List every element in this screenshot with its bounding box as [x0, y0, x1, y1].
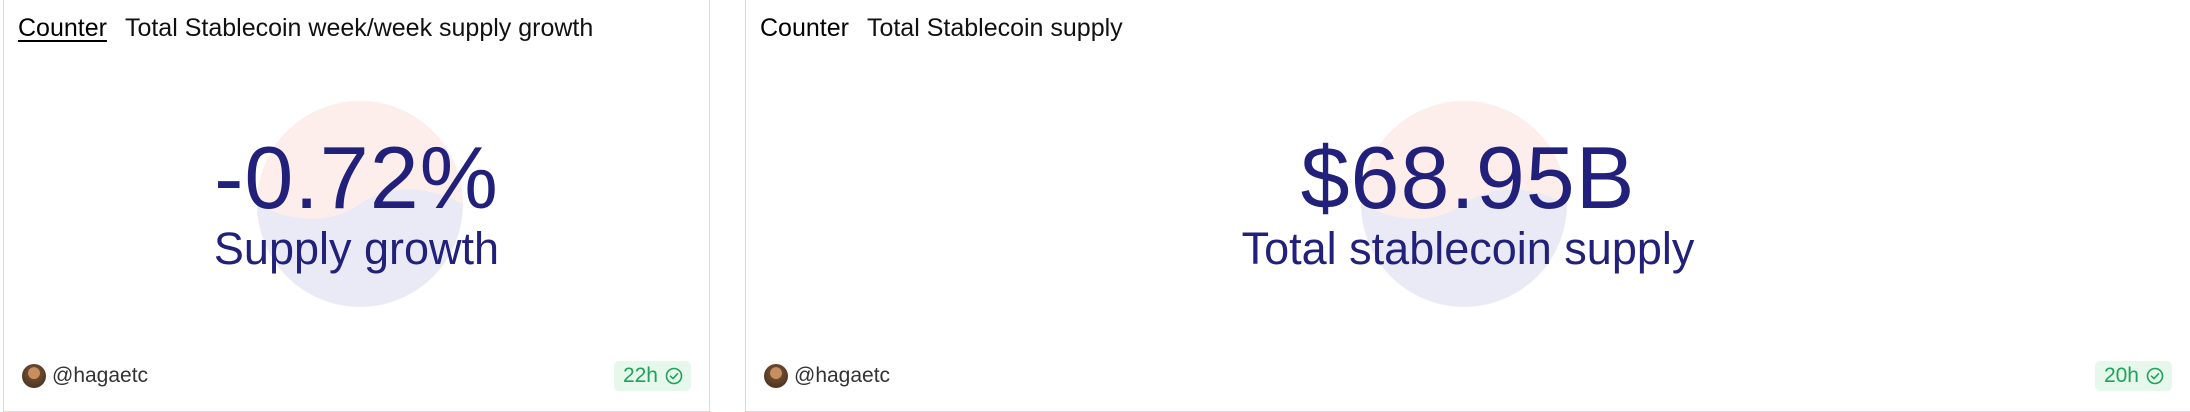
- author-name: @hagaetc: [794, 364, 891, 387]
- last-run-time: 20h: [2103, 364, 2139, 387]
- card-footer: @hagaetc 20h: [764, 361, 2172, 391]
- counter-card: Counter Total Stablecoin supply $68.95B …: [745, 0, 2190, 412]
- counter-value: -0.72%: [214, 128, 499, 227]
- avatar: [764, 364, 788, 388]
- author-name: @hagaetc: [52, 364, 149, 387]
- counter-value: $68.95B: [1300, 128, 1636, 227]
- author-link[interactable]: @hagaetc: [764, 364, 890, 388]
- counter-label: Supply growth: [213, 223, 500, 274]
- dashboard-grid: Counter Total Stablecoin week/week suppl…: [0, 0, 2190, 412]
- check-circle-icon: [665, 367, 683, 385]
- card-footer: @hagaetc 22h: [22, 361, 691, 391]
- check-circle-icon: [2146, 367, 2164, 385]
- avatar: [22, 364, 46, 388]
- last-run-badge[interactable]: 20h: [2094, 361, 2172, 391]
- last-run-time: 22h: [622, 364, 658, 387]
- counter-card: Counter Total Stablecoin week/week suppl…: [3, 0, 710, 412]
- counter-area: $68.95B Total stablecoin supply: [746, 0, 2190, 412]
- counter-label: Total stablecoin supply: [1241, 223, 1695, 274]
- author-link[interactable]: @hagaetc: [22, 364, 148, 388]
- last-run-badge[interactable]: 22h: [613, 361, 691, 391]
- counter-area: -0.72% Supply growth: [4, 0, 709, 412]
